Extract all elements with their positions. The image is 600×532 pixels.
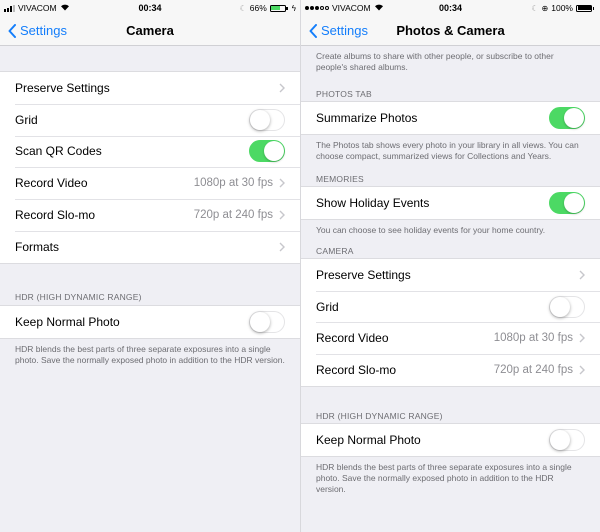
section-header-hdr: HDR (HIGH DYNAMIC RANGE) — [316, 411, 443, 422]
battery-icon — [576, 4, 594, 12]
grid-row: Grid — [0, 103, 300, 136]
chevron-right-icon — [579, 270, 585, 280]
signal-dots-icon — [305, 6, 329, 10]
moon-icon: ☾ — [239, 3, 247, 13]
scan-qr-codes-row: Scan QR Codes — [0, 135, 300, 168]
grid-row: Grid — [301, 290, 600, 323]
wifi-icon — [60, 3, 70, 13]
row-label: Show Holiday Events — [316, 195, 430, 210]
grid-toggle[interactable] — [249, 108, 285, 131]
row-label: Record Video — [15, 176, 88, 191]
section-header-photos-tab: PHOTOS TAB — [316, 89, 372, 100]
row-label: Record Video — [316, 331, 389, 346]
row-label: Scan QR Codes — [15, 144, 102, 159]
keep-normal-photo-toggle[interactable] — [249, 310, 285, 333]
chevron-right-icon — [279, 210, 285, 220]
row-label: Record Slo-mo — [15, 208, 96, 223]
show-holiday-events-toggle[interactable] — [549, 191, 585, 214]
shared-albums-footer: Create albums to share with other people… — [316, 51, 554, 73]
row-value: 1080p at 30 fps — [493, 332, 573, 345]
battery-icon — [269, 4, 288, 12]
keep-normal-photo-toggle[interactable] — [549, 428, 585, 451]
row-label: Summarize Photos — [316, 110, 418, 125]
row-value: 1080p at 30 fps — [193, 177, 273, 190]
row-label: Record Slo-mo — [316, 363, 397, 378]
chevron-right-icon — [579, 365, 585, 375]
carrier-label: VIVACOM — [18, 3, 57, 13]
row-label: Keep Normal Photo — [15, 314, 120, 329]
camera-group: Preserve Settings Grid Record Video 1080p a… — [301, 257, 600, 388]
row-value: 720p at 240 fps — [193, 209, 273, 222]
wifi-icon — [374, 3, 384, 13]
formats-row[interactable]: Formats — [0, 230, 300, 263]
chevron-left-icon — [309, 23, 317, 38]
row-value: 720p at 240 fps — [493, 364, 573, 377]
row-label: Preserve Settings — [316, 267, 411, 282]
record-slo-mo-row[interactable]: Record Slo-mo 720p at 240 fps — [301, 354, 600, 386]
keep-normal-photo-row: Keep Normal Photo — [301, 424, 600, 456]
battery-percent: 100% — [551, 3, 573, 13]
row-label: Grid — [316, 299, 339, 314]
photos-tab-footer: The Photos tab shows every photo in your… — [316, 139, 579, 161]
row-label: Keep Normal Photo — [316, 432, 421, 447]
hdr-group: Keep Normal Photo — [0, 304, 300, 339]
photos-tab-group: Summarize Photos — [301, 101, 600, 135]
scan-qr-codes-toggle[interactable] — [249, 140, 285, 163]
row-label: Preserve Settings — [15, 80, 110, 95]
orientation-lock-icon: ⊕ — [541, 3, 549, 13]
carrier-label: VIVACOM — [332, 3, 371, 13]
navigation-bar: Settings Photos & Camera — [301, 16, 600, 46]
section-header-camera: CAMERA — [316, 245, 354, 256]
camera-options-group: Preserve Settings Grid Scan QR Codes Record… — [0, 71, 300, 264]
camera-settings-screen: VIVACOM 00:34 ☾ 66% ϟ Settings Camera Pr… — [0, 0, 300, 532]
photos-camera-settings-screen: VIVACOM 00:34 ☾ ⊕ 100% Settings Photos &… — [300, 0, 600, 532]
preserve-settings-row[interactable]: Preserve Settings — [301, 259, 600, 291]
grid-toggle[interactable] — [549, 295, 585, 318]
back-button[interactable]: Settings — [301, 23, 368, 38]
row-label: Formats — [15, 239, 60, 254]
moon-icon: ☾ — [531, 3, 539, 13]
row-label: Grid — [15, 112, 38, 127]
chevron-right-icon — [279, 178, 285, 188]
status-bar: VIVACOM 00:34 ☾ 66% ϟ — [0, 0, 300, 16]
record-slo-mo-row[interactable]: Record Slo-mo 720p at 240 fps — [0, 199, 300, 231]
memories-footer: You can choose to see holiday events for… — [316, 224, 546, 235]
signal-icon — [4, 4, 15, 12]
back-label: Settings — [321, 23, 368, 38]
section-header-hdr: HDR (HIGH DYNAMIC RANGE) — [15, 291, 142, 302]
keep-normal-photo-row: Keep Normal Photo — [0, 306, 300, 338]
record-video-row[interactable]: Record Video 1080p at 30 fps — [301, 322, 600, 354]
chevron-right-icon — [279, 242, 285, 252]
hdr-footer: HDR blends the best parts of three separ… — [15, 343, 285, 365]
charging-icon: ϟ — [291, 3, 296, 13]
hdr-footer: HDR blends the best parts of three separ… — [316, 461, 572, 494]
navigation-bar: Settings Camera — [0, 16, 300, 46]
back-button[interactable]: Settings — [0, 23, 67, 38]
hdr-group: Keep Normal Photo — [301, 423, 600, 457]
chevron-right-icon — [279, 83, 285, 93]
show-holiday-events-row: Show Holiday Events — [301, 187, 600, 219]
chevron-left-icon — [8, 23, 16, 38]
status-bar: VIVACOM 00:34 ☾ ⊕ 100% — [301, 0, 600, 16]
back-label: Settings — [20, 23, 67, 38]
memories-group: Show Holiday Events — [301, 185, 600, 220]
chevron-right-icon — [579, 333, 585, 343]
summarize-photos-toggle[interactable] — [549, 106, 585, 129]
section-header-memories: MEMORIES — [316, 173, 364, 184]
record-video-row[interactable]: Record Video 1080p at 30 fps — [0, 167, 300, 199]
battery-percent: 66% — [249, 3, 267, 13]
summarize-photos-row: Summarize Photos — [301, 102, 600, 134]
preserve-settings-row[interactable]: Preserve Settings — [0, 72, 300, 104]
